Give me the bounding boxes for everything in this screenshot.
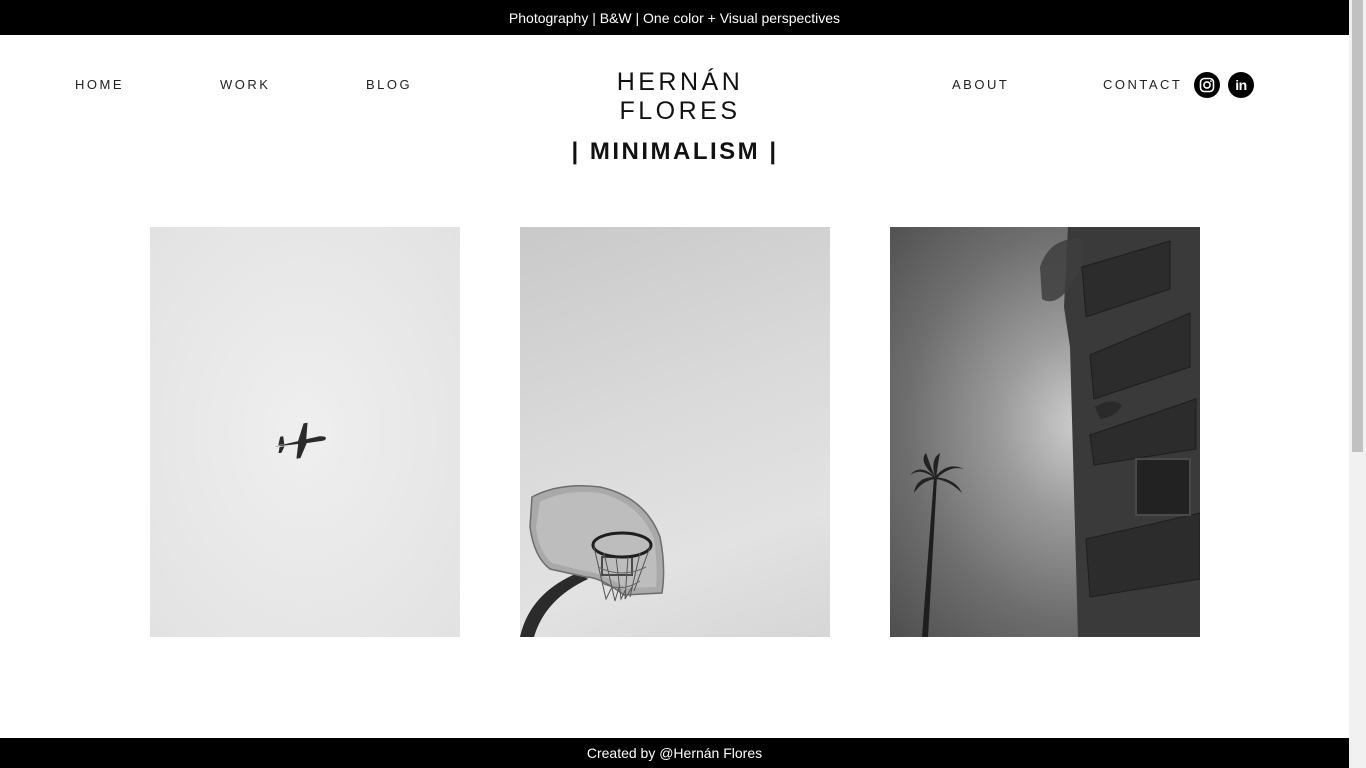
gallery-photo-basketball-hoop[interactable] — [520, 227, 830, 637]
palm-fronds — [910, 453, 964, 493]
nav-work-link[interactable]: WORK — [220, 77, 270, 92]
basketball-hoop-icon — [520, 485, 665, 637]
gallery-photo-airplane[interactable] — [150, 227, 460, 637]
gallery-photo-palm-building[interactable] — [890, 227, 1200, 637]
instagram-icon[interactable] — [1194, 72, 1220, 98]
linkedin-icon[interactable]: in — [1228, 72, 1254, 98]
nav-about-link[interactable]: ABOUT — [952, 77, 1009, 92]
section-title: | MINIMALISM | — [571, 138, 779, 165]
brand-logo-text[interactable]: HERNÁN FLORES — [556, 68, 804, 126]
top-banner: Photography | B&W | One color + Visual p… — [0, 0, 1349, 35]
vertical-scrollbar[interactable] — [1349, 0, 1366, 768]
footer-credit-text: Created by @Hernán Flores — [586, 745, 763, 761]
banner-text: Photography | B&W | One color + Visual p… — [508, 9, 841, 26]
linkedin-glyph: in — [1235, 77, 1247, 93]
instagram-glyph — [1199, 77, 1215, 93]
footer: Created by @Hernán Flores — [0, 738, 1349, 768]
nav-blog-link[interactable]: BLOG — [366, 77, 412, 92]
page: Photography | B&W | One color + Visual p… — [0, 0, 1349, 768]
scrollbar-thumb[interactable] — [1352, 0, 1363, 452]
nav-home-link[interactable]: HOME — [75, 77, 124, 92]
palm-building-icon — [910, 227, 1200, 637]
airplane-icon — [274, 422, 326, 459]
nav-contact-link[interactable]: CONTACT — [1103, 77, 1182, 92]
